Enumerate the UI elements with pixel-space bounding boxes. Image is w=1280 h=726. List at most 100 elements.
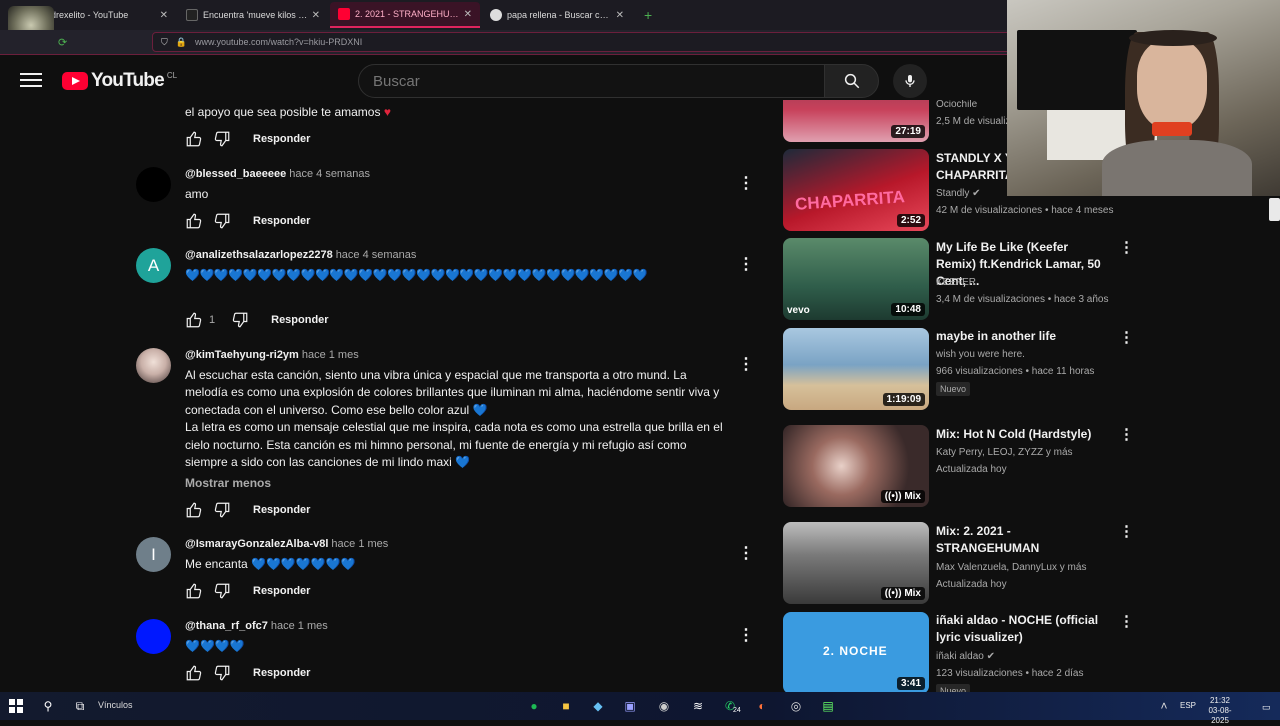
like-icon[interactable] (185, 582, 203, 600)
comment-author[interactable]: @analizethsalazarlopez2278 (185, 249, 333, 261)
new-tab-icon[interactable]: + (644, 7, 652, 23)
more-options-icon[interactable]: ⋮ (1119, 523, 1134, 541)
close-tab-icon[interactable]: ✕ (464, 9, 472, 20)
more-options-icon[interactable]: ⋮ (738, 175, 754, 193)
more-options-icon[interactable]: ⋮ (1119, 239, 1134, 257)
video-channel[interactable]: Ociochile (936, 100, 977, 113)
video-thumbnail[interactable]: 1:19:09 (783, 328, 929, 410)
lock-icon[interactable]: 🔒 (176, 37, 187, 48)
tab-papa-rellena[interactable]: papa rellena - Buscar con Goog✕ (482, 2, 632, 28)
video-title[interactable]: maybe in another life (936, 328, 1106, 345)
dislike-icon[interactable] (213, 130, 231, 148)
spotify-icon[interactable]: ● (524, 696, 544, 716)
video-duration: 1:19:09 (882, 393, 925, 406)
youtube-logo[interactable]: YouTube CL (62, 70, 177, 92)
windows-start-icon[interactable] (6, 696, 26, 716)
video-channel[interactable]: wish you were here. (936, 346, 1025, 363)
like-icon[interactable] (185, 212, 203, 230)
dislike-icon[interactable] (213, 582, 231, 600)
language-indicator[interactable]: ESP (1180, 701, 1196, 710)
comment-author[interactable]: @thana_rf_ofc7 (185, 620, 268, 632)
like-icon[interactable] (185, 130, 203, 148)
scrollbar-thumb[interactable] (1269, 198, 1280, 221)
comment-text: 💙💙💙💙💙💙💙💙💙💙💙💙💙💙💙💙💙💙💙💙💙💙💙💙💙💙💙💙💙💙💙💙 (185, 268, 648, 282)
comment-time[interactable]: hace 1 mes (302, 349, 359, 361)
comment-time[interactable]: hace 1 mes (271, 620, 328, 632)
like-icon[interactable] (185, 664, 203, 682)
steam-icon[interactable]: ◆ (588, 696, 608, 716)
shield-icon[interactable]: ⛉ (161, 37, 168, 48)
comment-author[interactable]: @blessed_baeeeee (185, 168, 286, 180)
discord-icon[interactable]: ◉ (654, 696, 674, 716)
video-title[interactable]: iñaki aldao - NOCHE (official lyric visu… (936, 612, 1106, 646)
reload-icon[interactable]: ⟳ (58, 36, 67, 49)
task-view-icon[interactable]: ⧉ (70, 696, 90, 716)
video-channel[interactable]: Standly ✔ (936, 185, 981, 202)
notifications-icon[interactable]: ▭ (1262, 702, 1271, 713)
search-button[interactable] (824, 64, 879, 98)
obs-icon[interactable]: ◎ (786, 696, 806, 716)
dislike-icon[interactable] (213, 664, 231, 682)
menu-icon[interactable] (20, 70, 42, 90)
comment-time[interactable]: hace 4 semanas (336, 249, 417, 261)
comment-author[interactable]: @kimTaehyung-ri2ym (185, 349, 299, 361)
voice-search-button[interactable] (893, 64, 927, 98)
more-options-icon[interactable]: ⋮ (1119, 613, 1134, 631)
video-channel[interactable]: iñaki aldao ✔ (936, 648, 995, 665)
video-channel[interactable]: Katy Perry, LEOJ, ZYZZ y más (936, 444, 1073, 461)
dislike-icon[interactable] (231, 311, 249, 329)
video-thumbnail[interactable]: 27:19 (783, 100, 929, 142)
clock[interactable]: 21:32 03-08-2025 (1200, 696, 1240, 726)
video-title[interactable]: Mix: 2. 2021 - STRANGEHUMAN (936, 523, 1106, 557)
tab-strangehuman[interactable]: 2. 2021 - STRANGEHUMAN - Yo✕ (330, 2, 480, 28)
like-icon[interactable] (185, 501, 203, 519)
video-title[interactable]: Mix: Hot N Cold (Hardstyle) (936, 426, 1106, 443)
firefox-icon[interactable]: ◐ (752, 696, 772, 716)
reply-button[interactable]: Responder (253, 133, 310, 145)
more-options-icon[interactable]: ⋮ (1119, 329, 1134, 347)
search-input[interactable] (358, 64, 825, 98)
show-less-button[interactable]: Mostrar menos (185, 476, 271, 490)
tab-encuentra[interactable]: Encuentra 'mueve kilos max' en✕ (178, 2, 328, 28)
more-options-icon[interactable]: ⋮ (738, 256, 754, 274)
comment-time[interactable]: hace 4 semanas (289, 168, 370, 180)
video-channel[interactable]: KEEFER (936, 274, 976, 291)
more-options-icon[interactable]: ⋮ (738, 545, 754, 563)
video-thumbnail[interactable]: ((•)) Mix (783, 425, 929, 507)
app-icon[interactable]: ▣ (620, 696, 640, 716)
more-options-icon[interactable]: ⋮ (738, 356, 754, 374)
folder-icon[interactable]: ■ (556, 696, 576, 716)
app-icon[interactable]: ▤ (818, 696, 838, 716)
comment-time[interactable]: hace 1 mes (331, 538, 388, 550)
dislike-icon[interactable] (213, 212, 231, 230)
video-thumbnail[interactable]: ((•)) Mix (783, 522, 929, 604)
links-toolbar[interactable]: Vínculos (98, 700, 133, 710)
close-tab-icon[interactable]: ✕ (616, 10, 624, 21)
reply-button[interactable]: Responder (253, 585, 310, 597)
video-thumbnail[interactable]: 2. NOCHE 3:41 (783, 612, 929, 692)
more-options-icon[interactable]: ⋮ (738, 627, 754, 645)
dislike-icon[interactable] (213, 501, 231, 519)
avatar[interactable]: A (136, 248, 171, 283)
tray-arrow-icon[interactable]: ˄ (1154, 696, 1174, 716)
avatar[interactable] (136, 167, 171, 202)
reply-button[interactable]: Responder (253, 667, 310, 679)
comment-author[interactable]: @IsmarayGonzalezAlba-v8l (185, 538, 328, 550)
reply-button[interactable]: Responder (271, 314, 328, 326)
video-thumbnail[interactable]: CHAPARRITA 2:52 (783, 149, 929, 231)
reply-button[interactable]: Responder (253, 504, 310, 516)
avatar[interactable]: I (136, 537, 171, 572)
video-thumbnail[interactable]: vevo 10:48 (783, 238, 929, 320)
address-bar[interactable]: ⛉ 🔒 www.youtube.com/watch?v=hkiu-PRDXNI (152, 32, 1012, 52)
video-channel[interactable]: Max Valenzuela, DannyLux y más (936, 559, 1086, 576)
reply-button[interactable]: Responder (253, 215, 310, 227)
like-icon[interactable] (185, 311, 203, 329)
avatar[interactable] (136, 619, 171, 654)
comment-actions: Responder (185, 130, 310, 148)
search-icon[interactable]: ⚲ (38, 696, 58, 716)
app-icon[interactable]: ≋ (688, 696, 708, 716)
avatar[interactable] (136, 348, 171, 383)
more-options-icon[interactable]: ⋮ (1119, 426, 1134, 444)
close-tab-icon[interactable]: ✕ (312, 10, 320, 21)
close-tab-icon[interactable]: ✕ (160, 10, 168, 21)
